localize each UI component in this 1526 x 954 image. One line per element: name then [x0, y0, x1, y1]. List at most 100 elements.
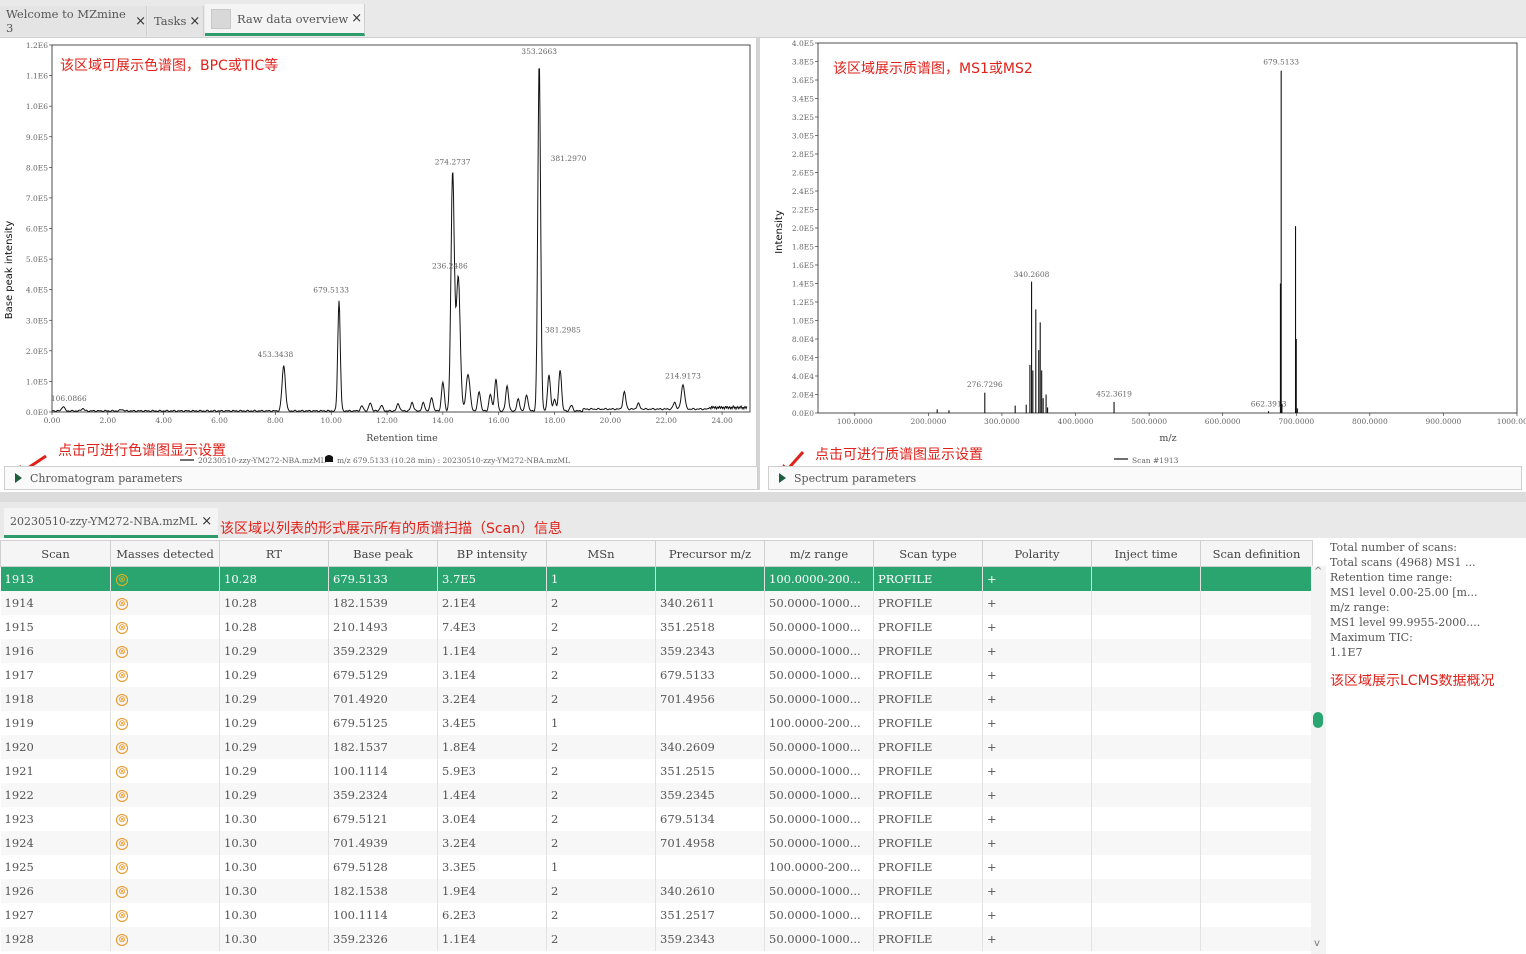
table-cell [1091, 686, 1201, 711]
column-header[interactable]: Scan [0, 540, 111, 567]
table-row[interactable]: 1925 ⊗ 10.30 679.5128 3.3E5 1 100.0000-200... P… [0, 854, 1313, 879]
y-tick-label: 3.0E5 [792, 132, 814, 141]
column-header[interactable]: Polarity [982, 540, 1092, 567]
table-row[interactable]: 1917 ⊗ 10.29 679.5129 3.1E4 2 679.5133 50.0000-… [0, 662, 1313, 687]
y-tick-label: 2.0E5 [792, 224, 814, 233]
column-header[interactable]: MSn [546, 540, 656, 567]
table-cell: 182.1537 [328, 734, 438, 759]
table-cell: 1 [546, 566, 656, 591]
close-icon[interactable]: × [351, 11, 362, 26]
scroll-up-icon[interactable]: ^ [1314, 566, 1322, 577]
scroll-down-icon[interactable]: v [1314, 938, 1320, 949]
table-row[interactable]: 1919 ⊗ 10.29 679.5125 3.4E5 1 100.0000-200... P… [0, 710, 1313, 735]
table-row[interactable]: 1915 ⊗ 10.28 210.1493 7.4E3 2 351.2518 50.0000-… [0, 614, 1313, 639]
expand-triangle-icon [15, 473, 22, 483]
table-row[interactable]: 1913 ⊗ 10.28 679.5133 3.7E5 1 100.0000-200... P… [0, 566, 1313, 591]
column-header[interactable]: Scan definition [1200, 540, 1313, 567]
tab-bar: Welcome to MZmine 3 × Tasks × Raw data o… [0, 0, 1526, 38]
spectrum-parameters-toggle[interactable]: Spectrum parameters [768, 466, 1522, 490]
column-header[interactable]: Precursor m/z [655, 540, 765, 567]
close-icon[interactable]: × [135, 14, 146, 29]
chromatogram-annotation: 该区域可展示色谱图，BPC或TIC等 [60, 58, 279, 74]
table-row[interactable]: 1916 ⊗ 10.29 359.2329 1.1E4 2 359.2343 50.0000-… [0, 638, 1313, 663]
table-cell: 1 [546, 710, 656, 735]
table-cell: 701.4920 [328, 686, 438, 711]
horizontal-splitter[interactable] [0, 492, 1526, 502]
table-cell: 1915 [0, 614, 111, 639]
table-row[interactable]: 1927 ⊗ 10.30 100.1114 6.2E3 2 351.2517 50.0000-… [0, 902, 1313, 927]
tab-raw-data-overview[interactable]: Raw data overview × [205, 4, 365, 36]
table-cell: PROFILE [873, 686, 983, 711]
peak-label: 381.2970 [551, 154, 587, 163]
x-tick-label: 200.0000 [910, 417, 946, 426]
masses-detected-icon: ⊗ [116, 766, 128, 778]
table-cell: 1922 [0, 782, 111, 807]
scan-table: Scan Masses detected RT Base peak BP intensi… [0, 540, 1313, 951]
close-icon[interactable]: × [201, 514, 212, 529]
x-tick-label: 18.00 [544, 416, 566, 425]
x-tick-label: 700.0000 [1278, 417, 1314, 426]
column-header[interactable]: Base peak [328, 540, 438, 567]
table-cell: 340.2611 [655, 590, 765, 615]
table-cell: PROFILE [873, 662, 983, 687]
table-cell: 3.7E5 [437, 566, 547, 591]
table-cell: ⊗ [110, 566, 220, 591]
table-cell: 50.0000-1000... [764, 830, 874, 855]
scrollbar-thumb[interactable] [1313, 712, 1323, 728]
document-icon [211, 8, 231, 29]
table-cell [1091, 758, 1201, 783]
table-cell: 1928 [0, 926, 111, 951]
table-cell: ⊗ [110, 782, 220, 807]
table-row[interactable]: 1928 ⊗ 10.30 359.2326 1.1E4 2 359.2343 50.0000-… [0, 926, 1313, 951]
table-row[interactable]: 1922 ⊗ 10.29 359.2324 1.4E4 2 359.2345 50.0000-… [0, 782, 1313, 807]
table-cell: 100.0000-200... [764, 566, 874, 591]
spectrum-plot[interactable]: 0.0E0 2.0E4 4.0E4 6.0E4 8.0E4 1.0E5 1.2E5 1.4E5… [764, 38, 1526, 478]
table-cell: 679.5134 [655, 806, 765, 831]
column-header[interactable]: m/z range [764, 540, 874, 567]
summary-line: MS1 level 0.00-25.00 [m... [1330, 586, 1478, 599]
table-cell [1200, 758, 1313, 783]
chromatogram-plot[interactable]: 0.0E01.0E52.0E53.0E54.0E55.0E56.0E57.0E5… [0, 38, 760, 478]
column-header[interactable]: BP intensity [437, 540, 547, 567]
tab-raw-file[interactable]: 20230510-zzy-YM272-NBA.mzML × [4, 508, 219, 538]
peak-label: 662.3913 [1251, 400, 1287, 409]
table-cell [1200, 926, 1313, 951]
peak-label: 353.2663 [521, 47, 557, 56]
x-tick-label: 20.00 [600, 416, 622, 425]
table-row[interactable]: 1926 ⊗ 10.30 182.1538 1.9E4 2 340.2610 50.0000-… [0, 878, 1313, 903]
masses-detected-icon: ⊗ [116, 742, 128, 754]
table-cell: PROFILE [873, 758, 983, 783]
table-cell: 679.5125 [328, 710, 438, 735]
table-scrollbar[interactable]: ^ v [1311, 566, 1326, 954]
column-header[interactable]: RT [219, 540, 329, 567]
table-row[interactable]: 1924 ⊗ 10.30 701.4939 3.2E4 2 701.4958 50.0000-… [0, 830, 1313, 855]
table-cell [1200, 782, 1313, 807]
table-cell: ⊗ [110, 590, 220, 615]
table-row[interactable]: 1914 ⊗ 10.28 182.1539 2.1E4 2 340.2611 50.0000-… [0, 590, 1313, 615]
table-cell: 359.2343 [655, 926, 765, 951]
table-cell [1091, 734, 1201, 759]
table-header-row: Scan Masses detected RT Base peak BP intensi… [0, 540, 1313, 567]
y-tick-label: 4.0E5 [792, 39, 814, 48]
close-icon[interactable]: × [189, 14, 200, 29]
tab-label: Welcome to MZmine 3 [6, 7, 126, 35]
spectrum-annotation: 该区域展示质谱图，MS1或MS2 [833, 61, 1033, 77]
tab-welcome[interactable]: Welcome to MZmine 3 × [0, 6, 147, 36]
masses-detected-icon: ⊗ [116, 694, 128, 706]
column-header[interactable]: Scan type [873, 540, 983, 567]
chromatogram-parameters-toggle[interactable]: Chromatogram parameters [4, 466, 758, 490]
table-cell: PROFILE [873, 854, 983, 879]
column-header[interactable]: Inject time [1091, 540, 1201, 567]
table-cell: 1.8E4 [437, 734, 547, 759]
table-row[interactable]: 1923 ⊗ 10.30 679.5121 3.0E4 2 679.5134 50.0000-… [0, 806, 1313, 831]
table-cell: + [982, 686, 1092, 711]
column-header[interactable]: Masses detected [110, 540, 220, 567]
table-row[interactable]: 1921 ⊗ 10.29 100.1114 5.9E3 2 351.2515 50.0000-… [0, 758, 1313, 783]
table-row[interactable]: 1920 ⊗ 10.29 182.1537 1.8E4 2 340.2609 50.0000-… [0, 734, 1313, 759]
table-cell: 1913 [0, 566, 111, 591]
y-tick-label: 9.0E5 [26, 133, 48, 142]
y-tick-label: 8.0E5 [26, 163, 48, 172]
table-row[interactable]: 1918 ⊗ 10.29 701.4920 3.2E4 2 701.4956 50.0000-… [0, 686, 1313, 711]
tab-tasks[interactable]: Tasks × [148, 6, 204, 36]
masses-detected-icon: ⊗ [116, 910, 128, 922]
